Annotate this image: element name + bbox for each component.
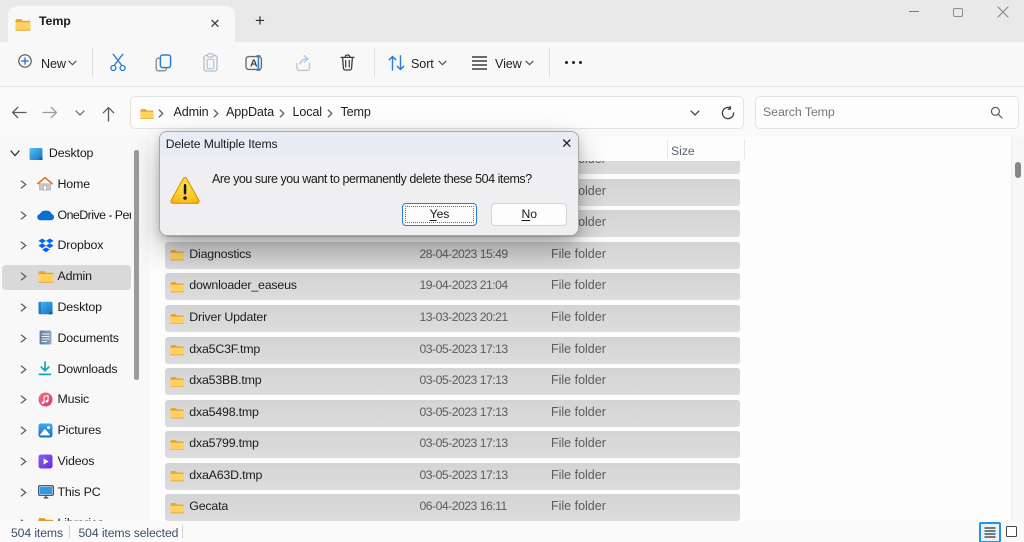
svg-text:A: A [250,57,258,69]
